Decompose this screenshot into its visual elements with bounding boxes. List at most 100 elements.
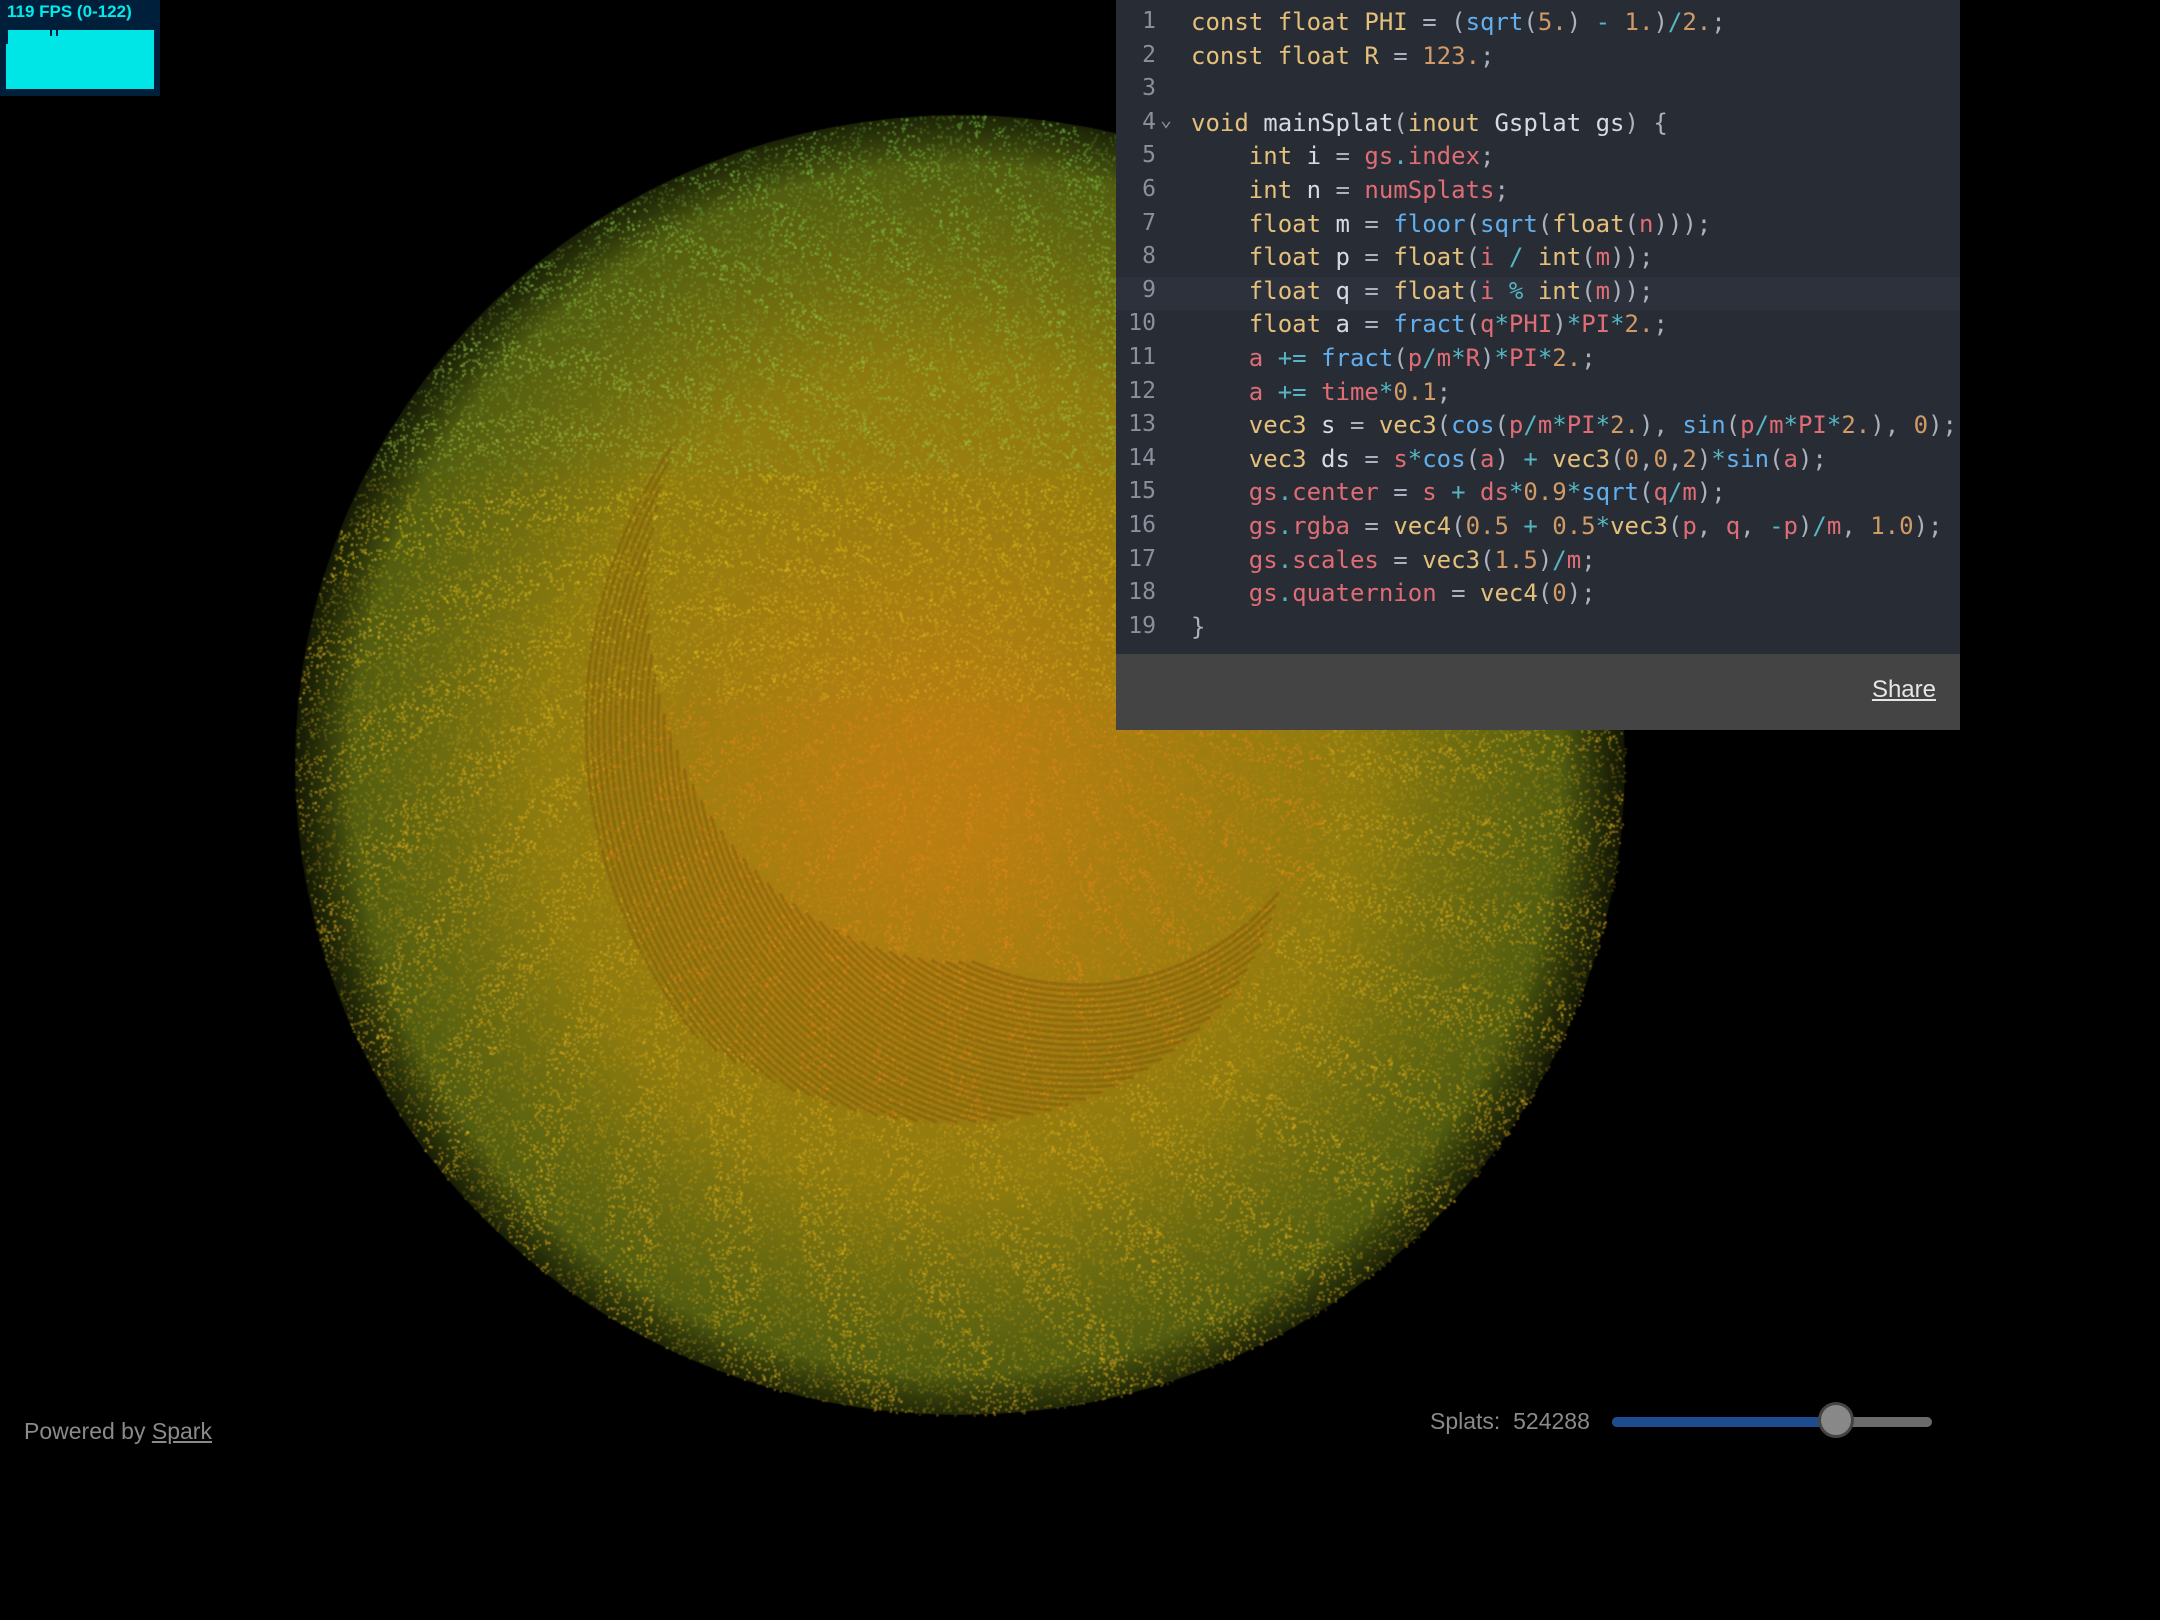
code-token: =	[1378, 41, 1423, 70]
code-token: =	[1321, 142, 1365, 171]
code-token: .	[1277, 545, 1293, 574]
code-text[interactable]: a += time*0.1;	[1191, 378, 1451, 406]
code-token: m	[1537, 411, 1553, 440]
code-text[interactable]: float a = fract(q*PHI)*PI*2.;	[1191, 310, 1668, 338]
code-text[interactable]: vec3 s = vec3(cos(p/m*PI*2.), sin(p/m*PI…	[1191, 411, 1957, 439]
code-line[interactable]: 2 const float R = 123.;	[1116, 42, 1960, 76]
code-token: time	[1321, 377, 1379, 406]
code-token: mainSplat	[1263, 108, 1394, 137]
code-token: vec3	[1378, 411, 1437, 440]
code-text[interactable]: a += fract(p/m*R)*PI*2.;	[1191, 344, 1596, 372]
code-token: q	[1653, 478, 1668, 507]
code-line[interactable]: 3	[1116, 75, 1960, 109]
code-token: *	[1566, 310, 1582, 339]
code-token: (	[1465, 209, 1481, 238]
code-line[interactable]: 15 gs.center = s + ds*0.9*sqrt(q/m);	[1116, 478, 1960, 512]
code-token: )));	[1653, 209, 1712, 238]
code-token: R	[1465, 343, 1481, 372]
code-token: +	[1523, 444, 1538, 473]
code-token: )	[1653, 8, 1668, 36]
code-token: vec3	[1610, 511, 1668, 540]
code-line[interactable]: 11 a += fract(p/m*R)*PI*2.;	[1116, 344, 1960, 378]
code-line[interactable]: 9 float q = float(i % int(m));	[1116, 276, 1960, 311]
shader-code-editor[interactable]: 1 const float PHI = (sqrt(5.) - 1.)/2.; 2 c…	[1116, 0, 1960, 730]
code-line[interactable]: 18 gs.quaternion = vec4(0);	[1116, 579, 1960, 613]
code-token: *	[1537, 343, 1553, 372]
code-text[interactable]: vec3 ds = s*cos(a) + vec3(0,0,2)*sin(a);	[1191, 445, 1827, 473]
code-token: PHI	[1364, 8, 1408, 36]
code-line[interactable]: 12 a += time*0.1;	[1116, 378, 1960, 412]
code-token: gs	[1248, 511, 1278, 540]
line-number: 13	[1128, 411, 1156, 438]
code-token: p	[1783, 511, 1798, 540]
code-line[interactable]: 17 gs.scales = vec3(1.5)/m;	[1116, 546, 1960, 580]
code-token: (	[1465, 444, 1481, 473]
fps-graph	[6, 30, 154, 89]
code-line[interactable]: 4 ⌄ void mainSplat(inout Gsplat gs) {	[1116, 107, 1960, 143]
code-token: ;	[1494, 175, 1509, 204]
code-lines[interactable]: 1 const float PHI = (sqrt(5.) - 1.)/2.; 2 c…	[1116, 8, 1960, 646]
code-token: center	[1292, 478, 1379, 507]
code-line[interactable]: 8 float p = float(i / int(m));	[1116, 243, 1960, 277]
code-line[interactable]: 7 float m = floor(sqrt(float(n)));	[1116, 210, 1960, 244]
fold-chevron-icon[interactable]: ⌄	[1160, 107, 1172, 131]
code-token: (	[1624, 209, 1639, 238]
code-token: scales	[1292, 545, 1379, 574]
code-line[interactable]: 5 int i = gs.index;	[1116, 142, 1960, 176]
code-text[interactable]: int n = numSplats;	[1191, 176, 1509, 204]
code-token: vec3	[1552, 444, 1611, 473]
editor-footer: Share	[1116, 654, 1960, 730]
code-token: float	[1248, 243, 1336, 272]
code-text[interactable]: gs.center = s + ds*0.9*sqrt(q/m);	[1191, 478, 1726, 506]
code-text[interactable]: }	[1191, 613, 1205, 641]
code-token: ),	[1639, 411, 1683, 440]
code-text[interactable]: float p = float(i / int(m));	[1191, 243, 1654, 272]
code-token: *	[1566, 478, 1582, 507]
code-token: fract	[1321, 343, 1394, 372]
code-text[interactable]: void mainSplat(inout Gsplat gs) {	[1191, 109, 1668, 137]
code-line[interactable]: 19}	[1116, 613, 1960, 647]
spark-link[interactable]: Spark	[152, 1418, 212, 1444]
code-token: p	[1740, 411, 1755, 440]
line-number: 19	[1128, 612, 1156, 639]
code-text[interactable]: const float PHI = (sqrt(5.) - 1.)/2.;	[1191, 8, 1726, 36]
code-line[interactable]: 13 vec3 s = vec3(cos(p/m*PI*2.), sin(p/m…	[1116, 411, 1960, 445]
code-token: *	[1610, 310, 1625, 339]
line-number: 4	[1142, 108, 1156, 135]
code-token: )	[1797, 511, 1813, 540]
code-token: 1.0	[1870, 511, 1914, 540]
code-text[interactable]: gs.rgba = vec4(0.5 + 0.5*vec3(p, q, -p)/…	[1191, 512, 1943, 540]
code-token: 2.	[1610, 411, 1639, 440]
code-token: q	[1725, 511, 1741, 540]
code-token: ;	[1581, 545, 1596, 574]
code-token: )	[1537, 545, 1553, 574]
code-text[interactable]: int i = gs.index;	[1191, 142, 1495, 171]
code-text[interactable]: const float R = 123.;	[1191, 42, 1494, 70]
line-number: 3	[1142, 75, 1156, 102]
code-token: i	[1480, 276, 1495, 305]
code-text[interactable]: gs.scales = vec3(1.5)/m;	[1191, 546, 1596, 574]
code-line[interactable]: 14 vec3 ds = s*cos(a) + vec3(0,0,2)*sin(…	[1116, 445, 1960, 479]
code-line[interactable]: 6 int n = numSplats;	[1116, 176, 1960, 210]
share-link[interactable]: Share	[1872, 676, 1936, 704]
splats-label: Splats:	[1430, 1408, 1501, 1434]
code-line[interactable]: 10 float a = fract(q*PHI)*PI*2.;	[1116, 310, 1960, 344]
splats-slider[interactable]	[1612, 1402, 1932, 1438]
code-token: 0	[1913, 411, 1929, 440]
code-token: ds	[1321, 444, 1350, 473]
fps-meter: 119 FPS (0-122)	[0, 0, 160, 96]
code-text[interactable]: gs.quaternion = vec4(0);	[1191, 579, 1596, 607]
splats-value: 524288	[1513, 1408, 1590, 1434]
code-text[interactable]: float q = float(i % int(m));	[1191, 276, 1654, 305]
code-line[interactable]: 16 gs.rgba = vec4(0.5 + 0.5*vec3(p, q, -…	[1116, 512, 1960, 546]
code-text[interactable]: float m = floor(sqrt(float(n)));	[1191, 210, 1711, 238]
code-token: vec3	[1248, 444, 1322, 473]
code-line[interactable]: 1 const float PHI = (sqrt(5.) - 1.)/2.;	[1116, 8, 1960, 42]
slider-thumb[interactable]	[1818, 1402, 1854, 1438]
